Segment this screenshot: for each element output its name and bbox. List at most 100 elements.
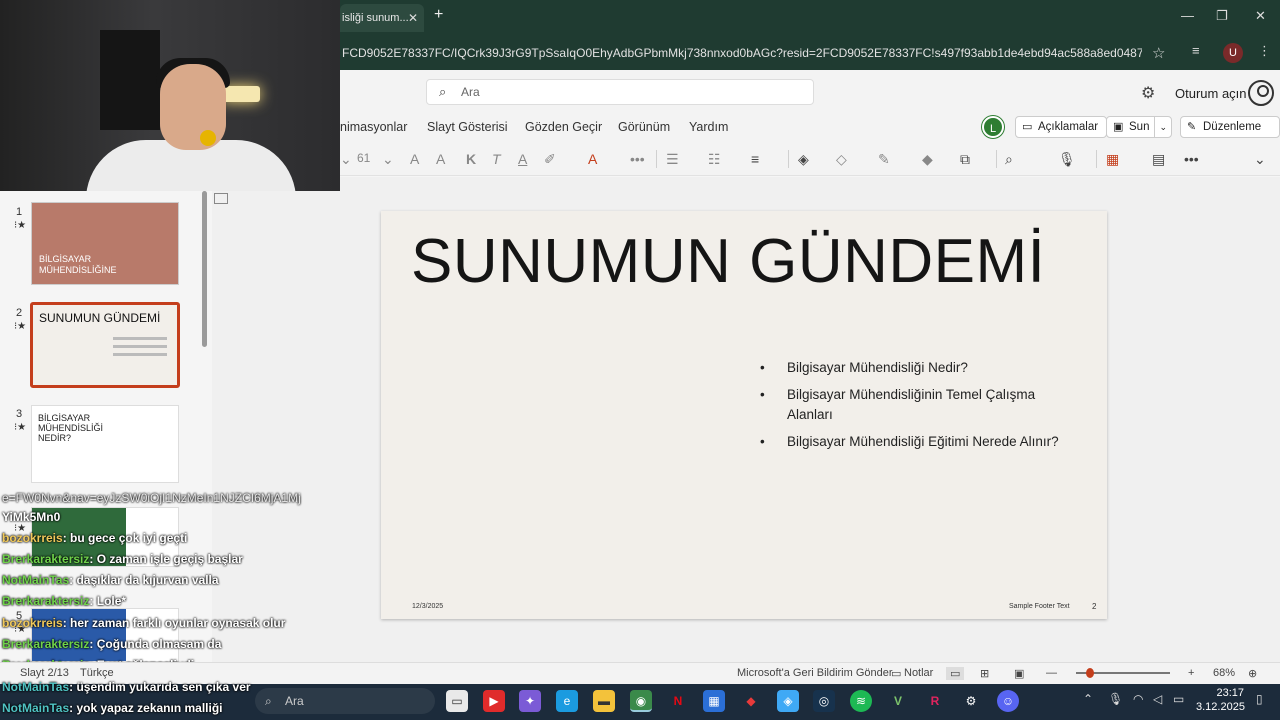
slide-title[interactable]: SUNUMUN GÜNDEMİ	[411, 226, 1045, 297]
chat-text: : daşıklar da kıjurvan valla	[69, 573, 219, 587]
animation-star-icon: ⁝★	[14, 422, 27, 433]
taskbar-search[interactable]: ⌕ Ara	[255, 688, 435, 714]
zoom-out-icon[interactable]: —	[1046, 667, 1057, 679]
microphone-tray-icon[interactable]: 🎙	[1108, 692, 1123, 706]
store-icon[interactable]: ▦	[703, 690, 725, 712]
slide-bullet-list[interactable]: Bilgisayar Mühendisliği Nedir? Bilgisaya…	[760, 358, 1060, 459]
thumbnail-slide-3[interactable]: BİLGİSAYAR MÜHENDİSLİĞİ NEDİR?	[31, 405, 179, 483]
collapse-panel-icon[interactable]	[214, 193, 228, 204]
designer-icon[interactable]: ▦	[1106, 151, 1119, 168]
bullets-icon[interactable]: ☰	[666, 151, 679, 168]
browser-menu-icon[interactable]: ⋮	[1258, 43, 1271, 59]
zoom-level[interactable]: 68%	[1213, 667, 1235, 679]
tab-review[interactable]: Gözden Geçir	[525, 120, 602, 134]
expand-ribbon-icon[interactable]: ⌄	[1254, 151, 1266, 168]
browser-tab[interactable]: isliği sunum... ✕	[340, 4, 424, 32]
font-dropdown-chevron-icon[interactable]: ⌄	[340, 151, 352, 168]
netflix-icon[interactable]: N	[667, 690, 689, 712]
search-box[interactable]: ⌕ Ara	[426, 79, 814, 105]
bullet-item: Bilgisayar Mühendisliği Eğitimi Nerede A…	[760, 432, 1060, 452]
tab-view[interactable]: Görünüm	[618, 120, 670, 134]
dictate-icon[interactable]: 🎙	[1058, 151, 1076, 168]
editing-mode-button[interactable]: ✎ Düzenleme ⌄	[1180, 116, 1280, 152]
clock-time: 23:17	[1216, 687, 1244, 699]
bold-icon[interactable]: K	[466, 151, 476, 167]
system-clock[interactable]: 23:17 3.12.2025	[1196, 686, 1245, 714]
present-button[interactable]: ▣ Sun ⌄	[1106, 116, 1172, 138]
tab-animations[interactable]: nimasyonlar	[340, 120, 407, 134]
edge-icon[interactable]: e	[556, 690, 578, 712]
steam-icon[interactable]: ◎	[813, 690, 835, 712]
numbering-icon[interactable]: ☷	[708, 151, 721, 168]
zoom-slider-handle[interactable]	[1086, 668, 1094, 678]
settings-gear-icon[interactable]: ⚙	[1141, 83, 1155, 103]
app-icon[interactable]: V	[887, 690, 909, 712]
tab-help[interactable]: Yardım	[689, 120, 728, 134]
battery-icon[interactable]: ▭	[1173, 692, 1184, 706]
shrink-font-icon[interactable]: A	[436, 151, 445, 167]
grow-font-icon[interactable]: A	[410, 151, 419, 167]
feedback-link[interactable]: Microsoft'a Geri Bildirim Gönder	[737, 667, 893, 679]
app-icon[interactable]: R	[924, 690, 946, 712]
shape-outline-icon[interactable]: ✎	[878, 151, 890, 168]
chat-message: Brerkaraktersiz: Lole*	[2, 594, 126, 608]
thumbnail-slide-1[interactable]: BİLGİSAYAR MÜHENDİSLİĞİNE	[31, 202, 179, 285]
more-font-options-icon[interactable]: •••	[630, 151, 645, 167]
new-tab-icon[interactable]: +	[434, 6, 443, 24]
shape-fill-icon[interactable]: ◇	[836, 151, 847, 168]
chrome-icon[interactable]: ◉	[630, 690, 652, 712]
media-control-icon[interactable]: ≡	[1192, 43, 1200, 58]
tray-chevron-icon[interactable]: ⌃	[1083, 692, 1093, 706]
bookmark-star-icon[interactable]: ☆	[1152, 44, 1165, 62]
close-window-icon[interactable]: ✕	[1255, 8, 1266, 24]
italic-icon[interactable]: T	[492, 151, 501, 167]
fit-slide-icon[interactable]: ⊕	[1248, 667, 1257, 680]
font-size-chevron-icon[interactable]: ⌄	[382, 151, 394, 168]
highlight-icon[interactable]: ✐	[544, 151, 556, 168]
notifications-icon[interactable]: ▯	[1256, 692, 1263, 706]
tab-slideshow[interactable]: Slayt Gösterisi	[427, 120, 508, 134]
wifi-icon[interactable]: ◠	[1133, 692, 1143, 706]
maximize-icon[interactable]: ❐	[1216, 8, 1228, 24]
chevron-down-icon[interactable]: ⌄	[1154, 117, 1167, 137]
comments-button[interactable]: ▭ Açıklamalar	[1015, 116, 1108, 138]
volume-icon[interactable]: ◁	[1153, 692, 1162, 706]
align-icon[interactable]: ≡	[751, 151, 759, 167]
more-options-icon[interactable]: •••	[1184, 151, 1199, 167]
app-icon[interactable]: ⚙	[960, 690, 982, 712]
normal-view-icon[interactable]: ▭	[946, 667, 965, 680]
chat-username: NotMainTas	[2, 573, 70, 587]
collaborator-avatar[interactable]: L	[982, 116, 1004, 138]
file-explorer-icon[interactable]: ▬	[593, 690, 615, 712]
thumbnail-slide-2[interactable]: SUNUMUN GÜNDEMİ	[30, 302, 180, 388]
slide-sorter-icon[interactable]: ⊞	[980, 667, 989, 680]
new-slide-icon[interactable]: ▤	[1152, 151, 1165, 168]
youtube-icon[interactable]: ▶	[483, 690, 505, 712]
sign-in-link[interactable]: Oturum açın	[1175, 86, 1247, 101]
spotify-icon[interactable]: ≋	[850, 690, 872, 712]
underline-icon[interactable]: A	[518, 151, 527, 167]
font-size-field[interactable]: 61	[357, 151, 370, 165]
close-tab-icon[interactable]: ✕	[408, 4, 418, 32]
task-view-icon[interactable]: ▭	[446, 690, 468, 712]
font-color-icon[interactable]: A	[588, 151, 597, 167]
notes-icon[interactable]: ▭	[891, 667, 901, 680]
app-icon[interactable]: ◆	[740, 690, 762, 712]
discord-icon[interactable]: ☺	[997, 690, 1019, 712]
url-text[interactable]: FCD9052E78337FC/IQCrk39J3rG9TpSsaIqO0Ehy…	[342, 46, 1142, 60]
notes-button[interactable]: Notlar	[904, 667, 933, 679]
app-icon[interactable]: ◈	[777, 690, 799, 712]
thumbnail-title: BİLGİSAYAR MÜHENDİSLİĞİ NEDİR?	[38, 413, 104, 443]
account-icon[interactable]	[1248, 80, 1274, 106]
copilot-icon[interactable]: ✦	[519, 690, 541, 712]
arrange-icon[interactable]: ⧉	[960, 151, 970, 168]
thumbnail-scrollbar[interactable]	[202, 191, 207, 347]
profile-avatar[interactable]: U	[1223, 43, 1243, 63]
find-icon[interactable]: ⌕	[1005, 151, 1013, 168]
language-indicator[interactable]: Türkçe	[80, 667, 114, 679]
reading-view-icon[interactable]: ▣	[1014, 667, 1024, 680]
shapes-icon[interactable]: ◈	[798, 151, 809, 168]
effects-icon[interactable]: ◆	[922, 151, 933, 168]
minimize-icon[interactable]: —	[1181, 8, 1194, 23]
zoom-in-icon[interactable]: +	[1188, 667, 1194, 679]
